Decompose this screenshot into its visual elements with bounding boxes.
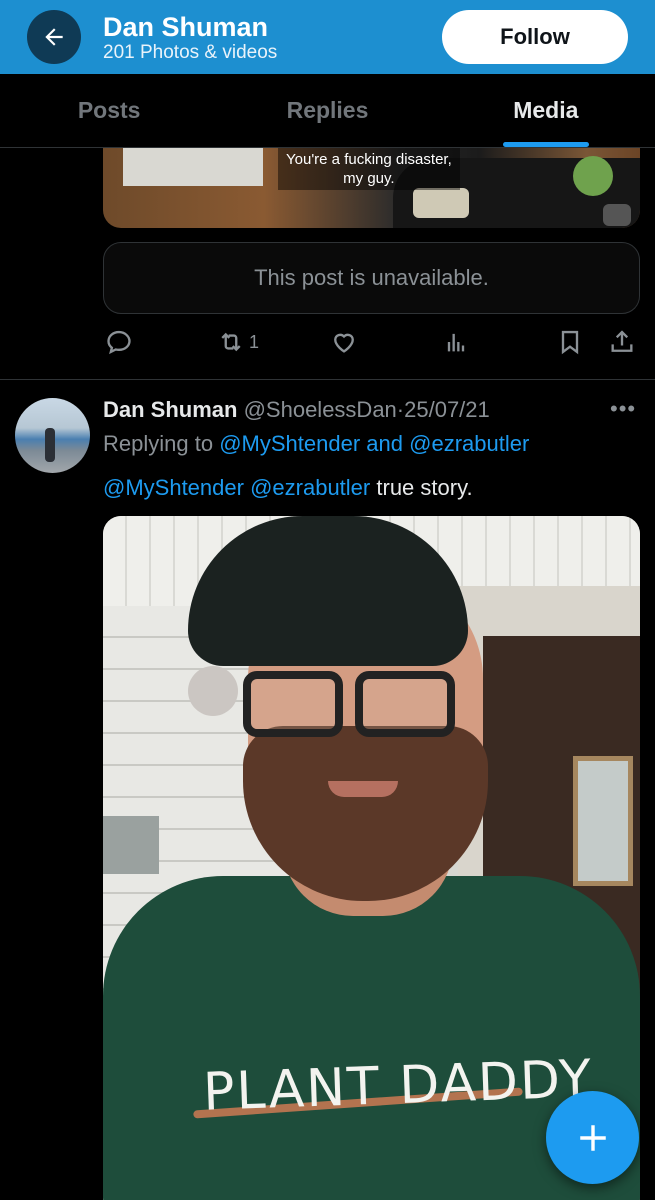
avatar-figure (45, 428, 55, 462)
back-button[interactable] (27, 10, 81, 64)
plus-icon (579, 1124, 606, 1151)
post-actions: 1 (103, 324, 643, 360)
text-mention[interactable]: @MyShtender (103, 475, 244, 500)
photo-mouth (328, 781, 398, 797)
share-button[interactable] (608, 324, 636, 360)
retweet-count: 1 (249, 331, 260, 352)
like-button[interactable] (330, 324, 358, 360)
photo-ac-unit (103, 816, 159, 874)
photo-wall (123, 148, 263, 186)
post-media-image[interactable]: You're a fucking disaster, my guy. (103, 148, 640, 228)
post-divider (0, 379, 655, 380)
back-arrow-icon (45, 28, 63, 46)
compose-button[interactable] (546, 1091, 639, 1184)
text-body: true story. (376, 475, 473, 500)
avatar[interactable] (15, 398, 90, 473)
bookmark-icon (561, 330, 579, 355)
text-mention[interactable]: @ezrabutler (250, 475, 370, 500)
photo-glasses (243, 671, 458, 741)
replying-and[interactable]: and (366, 431, 403, 456)
media-count: 201 Photos & videos (103, 42, 278, 63)
tab-posts[interactable]: Posts (0, 74, 218, 147)
post-text: @MyShtender @ezrabutler true story. (103, 474, 473, 502)
bookmark-button[interactable] (556, 324, 584, 360)
photo-lens (355, 671, 455, 737)
more-icon[interactable]: ••• (610, 396, 636, 422)
active-tab-indicator (502, 142, 589, 147)
photo-lamp (188, 666, 238, 716)
retweet-button[interactable]: 1 (217, 324, 259, 360)
tab-replies[interactable]: Replies (218, 74, 436, 147)
profile-header: Dan Shuman 201 Photos & videos Follow (0, 0, 655, 74)
replying-mention[interactable]: @ezrabutler (409, 431, 529, 456)
unavailable-quote[interactable]: This post is unavailable. (103, 242, 640, 314)
reply-button[interactable] (105, 324, 133, 360)
replying-to-line: Replying to @MyShtender and @ezrabutler (103, 430, 529, 458)
tab-label: Media (513, 97, 579, 123)
replying-prefix: Replying to (103, 431, 214, 456)
tab-label: Replies (286, 97, 369, 123)
analytics-icon (447, 333, 465, 352)
follow-button[interactable]: Follow (442, 10, 628, 64)
share-icon (611, 330, 633, 352)
replying-mention[interactable]: @MyShtender (219, 431, 360, 456)
author-name[interactable]: Dan Shuman (103, 397, 237, 422)
profile-name: Dan Shuman (103, 12, 269, 42)
header-title-block: Dan Shuman 201 Photos & videos (103, 12, 277, 64)
tab-label: Posts (77, 97, 141, 123)
post-photo[interactable]: PLANT DADDY (103, 516, 640, 1200)
media-caption-line: You're a fucking disaster, (286, 151, 452, 168)
photo-cup (603, 204, 631, 226)
profile-tabs: Posts Replies Media (0, 74, 655, 148)
photo-pot (413, 188, 469, 218)
post-header: Dan Shuman @ShoelessDan·25/07/21 (103, 396, 490, 424)
author-handle[interactable]: @ShoelessDan (244, 397, 397, 422)
media-caption-line: my guy. (343, 170, 395, 187)
retweet-icon (221, 332, 241, 352)
photo-lens (243, 671, 343, 737)
photo-window (573, 756, 633, 886)
photo-plant (573, 156, 613, 196)
media-caption: You're a fucking disaster, my guy. (278, 148, 460, 190)
reply-icon (107, 330, 131, 355)
tab-media[interactable]: Media (437, 74, 655, 147)
analytics-button[interactable] (442, 324, 470, 360)
post-date[interactable]: 25/07/21 (404, 397, 490, 422)
like-icon (334, 333, 354, 353)
